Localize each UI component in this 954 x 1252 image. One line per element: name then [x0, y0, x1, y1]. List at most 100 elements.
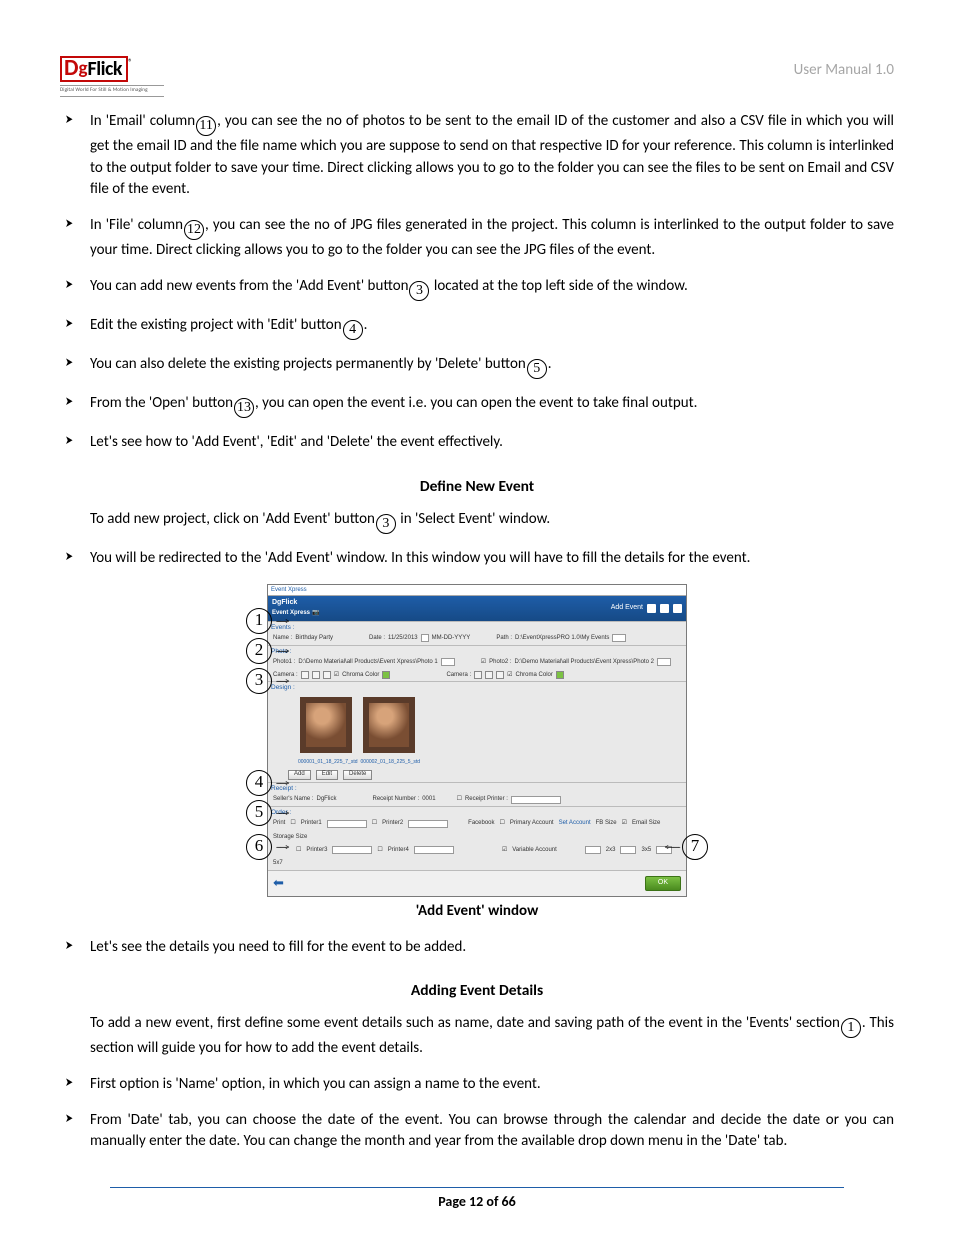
value-receipt-number: 0001: [422, 795, 435, 804]
section-receipt: Receipt :: [268, 783, 686, 793]
figure-caption: 'Add Event' window: [60, 901, 894, 923]
arrow-right-icon: --------: [276, 807, 288, 820]
label-photo2: Photo2 :: [489, 658, 511, 667]
bullet-delete: You can also delete the existing project…: [60, 354, 894, 379]
size-2x3: 2x3: [606, 846, 616, 855]
text: located at the top left side of the wind…: [430, 277, 687, 295]
text: in 'Select Event' window.: [397, 510, 550, 528]
thumb-caption: 000001_01_18_225_7_std: [298, 759, 358, 766]
variable-account: Variable Account: [512, 846, 557, 855]
text: From the 'Open' button: [90, 394, 233, 412]
callout-13-icon: 13: [234, 398, 254, 418]
text: You can add new events from the 'Add Eve…: [90, 277, 408, 295]
callout-3-icon: 3: [246, 668, 272, 694]
figure-add-event-window: 1-------- 2-------- 3-------- 4-------- …: [60, 584, 894, 923]
section-events: Events :: [268, 622, 686, 632]
logo: DgFlick ® Digital World For Still & Moti…: [60, 56, 164, 97]
callout-4-icon: 4: [343, 320, 363, 340]
value-photo2: D:\Demo Material\all Products\Event Xpre…: [515, 658, 654, 667]
bullet-open: From the 'Open' button13, you can open t…: [60, 393, 894, 418]
app-toolbar: DgFlickEvent Xpress 📷 Add Event: [268, 596, 686, 620]
text: You will be redirected to the 'Add Event…: [90, 549, 750, 567]
design-thumbnail[interactable]: [363, 697, 415, 753]
bullet-lets-see: Let's see how to 'Add Event', 'Edit' and…: [60, 432, 894, 454]
set-account-link[interactable]: Set Account: [559, 819, 591, 828]
chroma-swatch-icon[interactable]: [382, 671, 390, 679]
label-date: Date :: [369, 634, 385, 643]
screenshot-add-event: Event Xpress DgFlickEvent Xpress 📷 Add E…: [267, 584, 687, 897]
text: Let's see how to 'Add Event', 'Edit' and…: [90, 433, 503, 451]
text: In 'Email' column: [90, 112, 195, 130]
page-total: 66: [502, 1193, 516, 1210]
callout-3-icon: 3: [409, 281, 429, 301]
value-date: 11/25/2013: [388, 634, 418, 643]
date-format: MM-DD-YYYY: [432, 634, 471, 643]
text: To add new project, click on 'Add Event'…: [90, 510, 375, 528]
text: In 'File' column: [90, 216, 183, 234]
callout-6-icon: 6: [246, 834, 272, 860]
text: From 'Date' tab, you can choose the date…: [90, 1111, 894, 1151]
text: Let's see the details you need to fill f…: [90, 938, 466, 956]
text: , you can see the no of JPG files genera…: [90, 216, 894, 259]
page-footer: Page 12 of 66: [60, 1187, 894, 1212]
text: .: [364, 316, 368, 334]
fb-size: FB Size: [596, 819, 617, 828]
value-name: Birthday Party: [295, 634, 333, 643]
window-titlebar: Event Xpress: [268, 585, 686, 597]
printer2: Printer2: [382, 819, 403, 828]
heading-define-new-event: Define New Event: [60, 476, 894, 498]
home-icon[interactable]: [647, 604, 656, 613]
settings-icon[interactable]: [660, 604, 669, 613]
page-current: 12: [469, 1193, 483, 1210]
callout-5-icon: 5: [246, 800, 272, 826]
design-thumbnail[interactable]: [300, 697, 352, 753]
printer3: Printer3: [306, 846, 327, 855]
email-size: Email Size: [632, 819, 660, 828]
arrow-right-icon: --------: [276, 841, 288, 854]
logo-d: D: [64, 52, 78, 85]
text: First option is 'Name' option, in which …: [90, 1075, 541, 1093]
page-label: Page: [438, 1193, 469, 1210]
logo-tagline: Digital World For Still & Motion Imaging: [60, 85, 164, 97]
footer-rule: [110, 1187, 844, 1188]
text: , you can open the event i.e. you can op…: [255, 394, 697, 412]
callout-5-icon: 5: [527, 359, 547, 379]
page-number: Page 12 of 66: [60, 1192, 894, 1212]
delete-button[interactable]: Delete: [343, 770, 372, 780]
primary-account: Primary Account: [510, 819, 554, 828]
text: Edit the existing project with 'Edit' bu…: [90, 316, 342, 334]
heading-adding-event-details: Adding Event Details: [60, 980, 894, 1002]
callout-4-icon: 4: [246, 770, 272, 796]
text: .: [548, 355, 552, 373]
bullet-details-needed: Let's see the details you need to fill f…: [60, 937, 894, 959]
arrow-right-icon: --------: [276, 615, 288, 628]
bullet-file-column: In 'File' column12, you can see the no o…: [60, 215, 894, 262]
add-button[interactable]: Add: [288, 770, 311, 780]
size-3x5: 3x5: [641, 846, 651, 855]
label-facebook: Facebook: [468, 819, 494, 828]
thumb-caption: 000002_01_18_225_5_std: [361, 759, 421, 766]
label-chroma1: Chroma Color: [342, 671, 379, 680]
bullet-edit: Edit the existing project with 'Edit' bu…: [60, 315, 894, 340]
logo-flick: Flick: [88, 55, 122, 84]
section-order: Order :: [268, 807, 686, 817]
chroma-swatch-icon[interactable]: [556, 671, 564, 679]
label-receipt-printer: Receipt Printer :: [465, 795, 508, 804]
arrow-left-icon: ----------: [664, 841, 678, 854]
help-icon[interactable]: [673, 604, 682, 613]
callout-12-icon: 12: [184, 220, 204, 240]
text: To add a new event, first define some ev…: [90, 1014, 840, 1032]
text: You can also delete the existing project…: [90, 355, 526, 373]
label-path: Path :: [496, 634, 512, 643]
back-arrow-icon[interactable]: ⬅: [273, 874, 284, 893]
callout-1-icon: 1: [246, 608, 272, 634]
edit-button[interactable]: Edit: [316, 770, 338, 780]
callout-7-icon: 7: [682, 834, 708, 860]
bullet-redirect: You will be redirected to the 'Add Event…: [60, 548, 894, 570]
callout-11-icon: 11: [196, 116, 216, 136]
label-receipt-number: Receipt Number :: [373, 795, 420, 804]
para-add-event: To add new project, click on 'Add Event'…: [60, 509, 894, 534]
printer4: Printer4: [388, 846, 409, 855]
ok-button[interactable]: OK: [645, 876, 681, 890]
add-event-link[interactable]: Add Event: [611, 603, 643, 613]
